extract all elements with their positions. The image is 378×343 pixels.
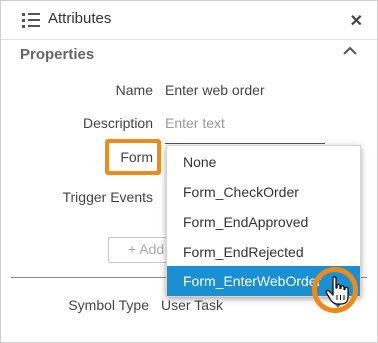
- properties-section-header[interactable]: Properties: [1, 39, 377, 73]
- section-title: Properties: [20, 46, 95, 63]
- dropdown-option-form-endapproved[interactable]: Form_EndApproved: [167, 207, 360, 237]
- dropdown-option-none[interactable]: None: [167, 147, 360, 177]
- symbol-type-value[interactable]: User Task: [161, 297, 223, 313]
- chevron-up-icon[interactable]: [343, 46, 357, 56]
- form-select-underline: [165, 143, 325, 144]
- description-label: Description: [82, 115, 153, 131]
- panel-title: Attributes: [48, 10, 112, 27]
- form-label: Form: [120, 149, 153, 165]
- name-field[interactable]: Enter web order: [165, 82, 265, 98]
- name-label: Name: [115, 82, 153, 98]
- symbol-type-label: Symbol Type: [68, 297, 149, 313]
- description-field[interactable]: Enter text: [165, 115, 225, 131]
- list-icon: [22, 12, 40, 28]
- trigger-events-label: Trigger Events: [62, 189, 153, 205]
- close-icon[interactable]: ✕: [350, 11, 363, 31]
- hand-cursor-icon: [325, 276, 349, 305]
- attributes-panel: Attributes ✕ Properties Name Enter web o…: [0, 0, 378, 343]
- dropdown-option-form-checkorder[interactable]: Form_CheckOrder: [167, 177, 360, 207]
- add-button-label: + Add: [128, 241, 165, 257]
- panel-header: Attributes ✕: [1, 1, 377, 40]
- dropdown-option-form-endrejected[interactable]: Form_EndRejected: [167, 237, 360, 267]
- add-trigger-button[interactable]: + Add: [108, 237, 168, 263]
